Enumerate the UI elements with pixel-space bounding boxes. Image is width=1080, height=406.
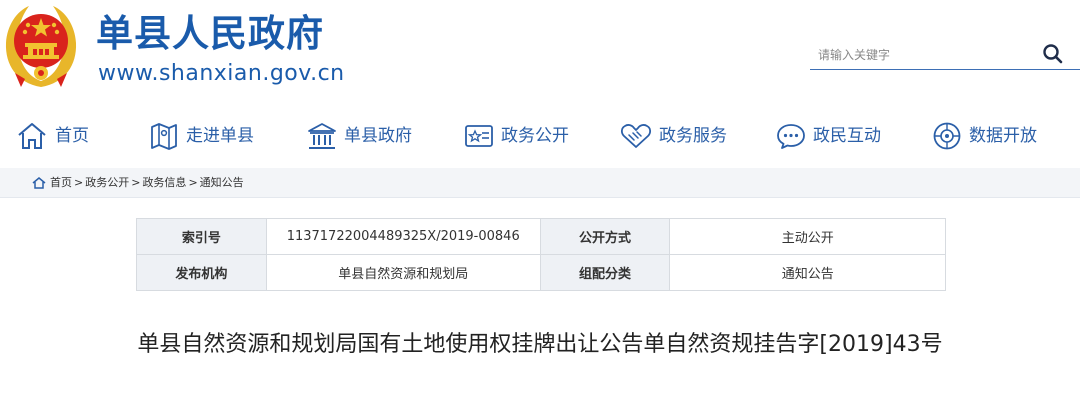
government-building-icon [308,123,336,149]
nav-label-interaction: 政民互动 [813,126,881,146]
nav-item-interaction[interactable]: 政民互动 [776,118,881,154]
nav-item-government[interactable]: 单县政府 [307,118,412,154]
info-label-publisher: 发布机构 [136,254,267,291]
info-value-category: 通知公告 [669,254,946,291]
breadcrumb: 首页 > 政务公开 > 政务信息 > 通知公告 [32,175,244,191]
home-icon [18,123,46,149]
nav-label-open-affairs: 政务公开 [501,126,569,146]
nav-item-services[interactable]: 政务服务 [620,118,727,154]
nav-label-open-data: 数据开放 [969,126,1037,146]
nav-item-open-data[interactable]: 数据开放 [932,118,1037,154]
nav-label-about: 走进单县 [186,126,254,146]
data-open-icon [933,122,961,150]
national-emblem-icon [5,6,77,87]
nav-item-open-affairs[interactable]: 政务公开 [464,118,569,154]
article-title: 单县自然资源和规划局国有土地使用权挂牌出让公告单自然资规挂告字[2019]43号 [137,332,943,357]
breadcrumb-separator: > [188,176,198,189]
search-box [810,40,1080,70]
nav-item-about[interactable]: 走进单县 [149,118,254,154]
site-title: 单县人民政府 [96,12,324,55]
nav-label-home: 首页 [55,126,89,146]
breadcrumb-separator: > [131,176,141,189]
table-row: 索引号 11371722004489325X/2019-00846 公开方式 主… [136,218,946,255]
info-label-index: 索引号 [136,218,267,255]
map-icon [151,123,177,150]
breadcrumb-home[interactable]: 首页 [50,175,72,191]
breadcrumb-item[interactable]: 政务公开 [85,175,129,191]
table-row: 发布机构 单县自然资源和规划局 组配分类 通知公告 [136,254,946,291]
document-info-table: 索引号 11371722004489325X/2019-00846 公开方式 主… [136,218,946,291]
breadcrumb-item[interactable]: 政务信息 [142,175,186,191]
info-label-disclosure: 公开方式 [539,218,671,255]
site-url: www.shanxian.gov.cn [98,61,345,86]
info-value-index: 11371722004489325X/2019-00846 [265,218,541,255]
site-header: 单县人民政府 www.shanxian.gov.cn [0,0,1080,102]
home-icon [32,177,46,189]
search-icon[interactable] [1042,43,1064,65]
chat-icon [777,124,805,149]
open-affairs-icon [465,125,493,147]
handshake-icon [620,124,652,148]
nav-label-government: 单县政府 [344,126,412,146]
nav-item-home[interactable]: 首页 [16,118,89,154]
breadcrumb-separator: > [74,176,84,189]
info-label-category: 组配分类 [539,254,671,291]
nav-label-services: 政务服务 [659,126,727,146]
breadcrumb-item[interactable]: 通知公告 [200,175,244,191]
main-nav: 首页 走进单县 单县政府 政务公开 政务服务 政民互动 数据开放 [0,102,1080,166]
info-value-publisher: 单县自然资源和规划局 [265,254,541,291]
info-value-disclosure: 主动公开 [669,218,946,255]
search-input[interactable] [818,44,1040,66]
breadcrumb-bar: 首页 > 政务公开 > 政务信息 > 通知公告 [0,168,1080,198]
